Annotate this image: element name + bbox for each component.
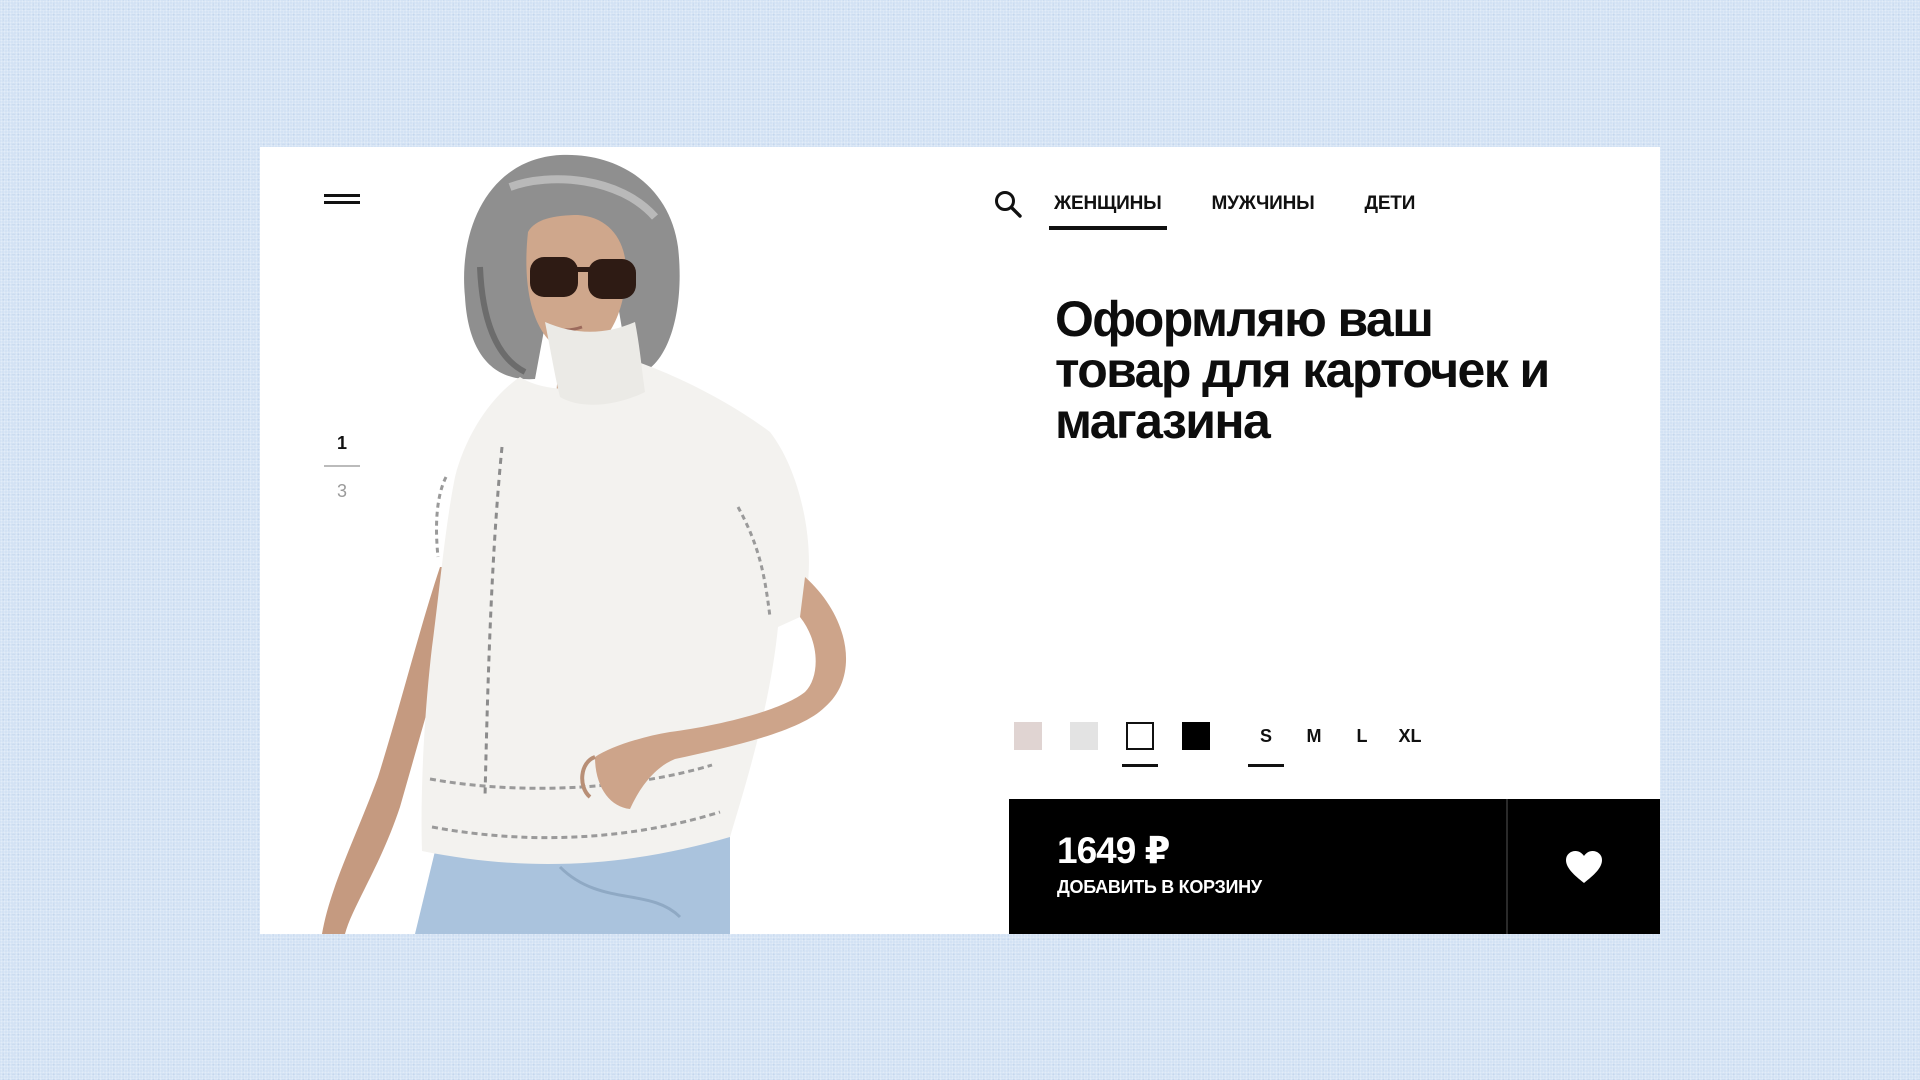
model-photo bbox=[322, 154, 847, 934]
size-selector: S M L XL bbox=[1248, 722, 1440, 767]
size-option-m[interactable]: M bbox=[1296, 722, 1332, 750]
add-to-cart-button[interactable]: 1649 ₽ ДОБАВИТЬ В КОРЗИНУ bbox=[1009, 799, 1506, 934]
add-to-cart-label: ДОБАВИТЬ В КОРЗИНУ bbox=[1057, 877, 1262, 897]
size-option-xl[interactable]: XL bbox=[1392, 722, 1428, 750]
price-label: 1649 ₽ bbox=[1057, 830, 1170, 871]
color-swatch-beige[interactable] bbox=[1010, 722, 1046, 766]
size-option-s[interactable]: S bbox=[1248, 722, 1284, 767]
product-card-frame: 1 3 ЖЕНЩИНЫ МУЖЧИНЫ ДЕТИ Оформляю ваш то… bbox=[260, 147, 1660, 934]
heart-icon bbox=[1566, 850, 1602, 883]
buy-bar: 1649 ₽ ДОБАВИТЬ В КОРЗИНУ bbox=[1009, 799, 1660, 934]
product-options: S M L XL bbox=[1010, 722, 1440, 772]
size-option-l[interactable]: L bbox=[1344, 722, 1380, 750]
color-swatch-light-gray[interactable] bbox=[1066, 722, 1102, 766]
color-swatch-black[interactable] bbox=[1178, 722, 1214, 766]
favorite-button[interactable] bbox=[1508, 799, 1660, 934]
color-swatch-white[interactable] bbox=[1122, 722, 1158, 767]
product-headline: Оформляю ваш товар для карточек и магази… bbox=[1055, 291, 1550, 449]
search-icon[interactable] bbox=[993, 189, 1023, 219]
tab-kids[interactable]: ДЕТИ bbox=[1360, 184, 1421, 224]
tab-men[interactable]: МУЖЧИНЫ bbox=[1207, 184, 1320, 224]
category-nav: ЖЕНЩИНЫ МУЖЧИНЫ ДЕТИ bbox=[993, 184, 1460, 230]
tab-women[interactable]: ЖЕНЩИНЫ bbox=[1049, 184, 1167, 230]
